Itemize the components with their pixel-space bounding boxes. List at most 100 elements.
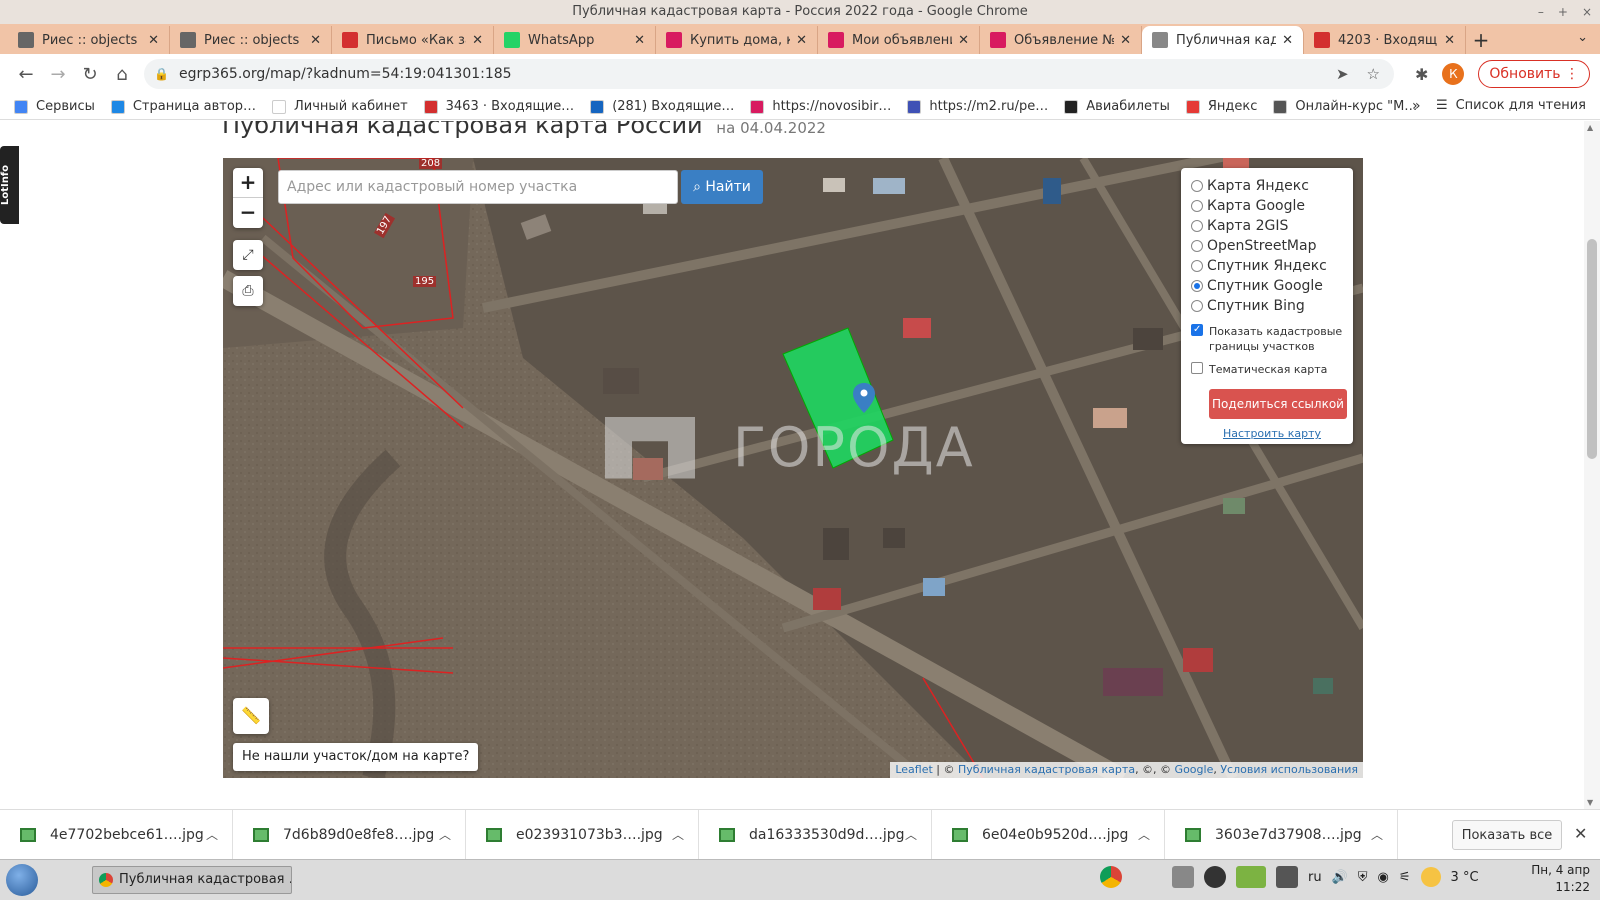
layer-radio[interactable] <box>1191 280 1203 292</box>
download-item[interactable]: 7d6b89d0e8fe8….jpg ︿ <box>233 809 466 860</box>
tab-close-icon[interactable]: ✕ <box>1444 33 1455 48</box>
ruler-icon[interactable]: 📏 <box>233 698 269 734</box>
not-found-button[interactable]: Не нашли участок/дом на карте? <box>233 743 479 771</box>
download-item[interactable]: 3603e7d37908….jpg ︿ <box>1165 809 1398 860</box>
configure-map-link[interactable]: Настроить карту <box>1191 427 1353 440</box>
leaflet-link[interactable]: Leaflet <box>895 763 932 776</box>
tab-close-icon[interactable]: ✕ <box>796 33 807 48</box>
layer-option-5[interactable]: Спутник Google <box>1191 276 1353 296</box>
tab-7[interactable]: Публичная када ✕ <box>1142 26 1304 54</box>
tab-close-icon[interactable]: ✕ <box>310 33 321 48</box>
tab-4[interactable]: Купить дома, ко ✕ <box>656 26 818 54</box>
zoom-in-button[interactable]: + <box>233 168 263 198</box>
tab-8[interactable]: 4203 · Входящие ✕ <box>1304 26 1466 54</box>
extensions-puzzle-icon[interactable]: ✱ <box>1415 65 1428 84</box>
thematic-map-checkbox[interactable] <box>1191 362 1203 374</box>
share-link-button[interactable]: Поделиться ссылкой <box>1209 389 1347 419</box>
tab-0[interactable]: Риес :: objects ✕ <box>8 26 170 54</box>
close-downloads-icon[interactable]: ✕ <box>1574 824 1587 843</box>
download-item[interactable]: e023931073b3….jpg ︿ <box>466 809 699 860</box>
layer-radio[interactable] <box>1191 260 1203 272</box>
download-item[interactable]: 4e7702bebce61….jpg ︿ <box>0 809 233 860</box>
layer-option-4[interactable]: Спутник Яндекс <box>1191 256 1353 276</box>
bookmarks-overflow-button[interactable]: » <box>1412 98 1421 114</box>
layer-radio[interactable] <box>1191 300 1203 312</box>
battery-icon[interactable] <box>1236 866 1266 888</box>
bookmark-star-icon[interactable]: ☆ <box>1367 65 1380 83</box>
tab-2[interactable]: Письмо «Как за ✕ <box>332 26 494 54</box>
bookmark-7[interactable]: Авиабилеты <box>1064 99 1170 114</box>
update-button[interactable]: Обновить ⋮ <box>1478 60 1590 88</box>
layer-option-3[interactable]: OpenStreetMap <box>1191 236 1353 256</box>
shield-icon[interactable]: ⛨ <box>1358 870 1368 885</box>
lotinfo-side-tab[interactable]: LotInfo <box>0 146 19 224</box>
send-icon[interactable]: ➤ <box>1336 65 1349 83</box>
maximize-button[interactable]: + <box>1558 0 1568 24</box>
back-arrow-icon[interactable]: ← <box>10 58 42 90</box>
zoom-out-button[interactable]: − <box>233 198 263 228</box>
terms-link[interactable]: Условия использования <box>1220 763 1358 776</box>
layer-radio[interactable] <box>1191 200 1203 212</box>
pkk-link[interactable]: Публичная кадастровая карта <box>958 763 1135 776</box>
bookmark-3[interactable]: 3463 · Входящие… <box>423 99 574 114</box>
tab-search-chevron-icon[interactable]: ⌄ <box>1577 30 1588 45</box>
network-icon[interactable]: ⚟ <box>1399 870 1411 885</box>
keyboard-icon[interactable] <box>1276 866 1298 888</box>
language-indicator[interactable]: ru <box>1308 870 1322 885</box>
tab-close-icon[interactable]: ✕ <box>958 33 969 48</box>
calculator-icon[interactable] <box>1172 866 1194 888</box>
layer-radio[interactable] <box>1191 180 1203 192</box>
forward-arrow-icon[interactable]: → <box>42 58 74 90</box>
tab-close-icon[interactable]: ✕ <box>472 33 483 48</box>
show-all-downloads-button[interactable]: Показать все <box>1452 820 1562 850</box>
clock[interactable]: Пн, 4 апр 11:22 <box>1531 862 1590 896</box>
taskbar-chrome-window[interactable]: Публичная кадастровая … <box>92 866 292 894</box>
layer-radio[interactable] <box>1191 220 1203 232</box>
show-boundaries-checkbox[interactable] <box>1191 322 1203 337</box>
fullscreen-icon[interactable]: ⤢ <box>233 240 263 270</box>
page-scrollbar[interactable]: ▲ ▼ <box>1584 121 1600 809</box>
cadastral-search-input[interactable]: Адрес или кадастровый номер участка <box>278 170 678 204</box>
download-item[interactable]: 6e04e0b9520d….jpg ︿ <box>932 809 1165 860</box>
tab-1[interactable]: Риес :: objects ✕ <box>170 26 332 54</box>
reading-list-button[interactable]: ☰ Список для чтения <box>1436 98 1586 113</box>
bookmark-4[interactable]: (281) Входящие… <box>590 99 734 114</box>
download-item[interactable]: da16333530d9d….jpg ︿ <box>699 809 932 860</box>
layer-option-6[interactable]: Спутник Bing <box>1191 296 1353 316</box>
profile-avatar[interactable]: К <box>1442 63 1465 85</box>
volume-icon[interactable]: 🔊 <box>1332 870 1348 885</box>
show-boundaries-option[interactable]: Показать кадастровые границы участков <box>1191 322 1353 354</box>
tab-close-icon[interactable]: ✕ <box>634 33 645 48</box>
chrome-icon[interactable] <box>1100 866 1122 888</box>
bookmark-0[interactable]: Сервисы <box>14 99 95 114</box>
new-tab-button[interactable]: + <box>1466 26 1496 54</box>
layer-radio[interactable] <box>1191 240 1203 252</box>
find-button[interactable]: ⌕ Найти <box>681 170 763 204</box>
address-bar[interactable]: 🔒 egrp365.org/map/?kadnum=54:19:041301:1… <box>144 59 1394 89</box>
bookmark-5[interactable]: https://novosibir… <box>750 99 891 114</box>
scroll-down-arrow-icon[interactable]: ▼ <box>1587 798 1593 807</box>
layer-option-0[interactable]: Карта Яндекс <box>1191 176 1353 196</box>
bookmark-8[interactable]: Яндекс <box>1185 99 1257 114</box>
chevron-up-icon[interactable]: ︿ <box>1138 826 1150 843</box>
bookmark-1[interactable]: Страница автор… <box>110 99 256 114</box>
chevron-up-icon[interactable]: ︿ <box>1371 826 1383 843</box>
disc-icon[interactable] <box>1204 866 1226 888</box>
tab-5[interactable]: Мои объявлени ✕ <box>818 26 980 54</box>
layer-option-2[interactable]: Карта 2GIS <box>1191 216 1353 236</box>
cadastral-map[interactable]: ГОРОДА 208 197 195 + − ⤢ ⎙ Адрес или кад… <box>223 158 1363 778</box>
start-menu-button[interactable] <box>6 864 38 896</box>
thematic-map-option[interactable]: Тематическая карта <box>1191 362 1353 377</box>
google-link[interactable]: Google <box>1175 763 1214 776</box>
tab-3[interactable]: WhatsApp ✕ <box>494 26 656 54</box>
location-pin-icon[interactable] <box>853 383 875 413</box>
scroll-up-arrow-icon[interactable]: ▲ <box>1587 123 1593 132</box>
scrollbar-thumb[interactable] <box>1587 239 1597 459</box>
print-icon[interactable]: ⎙ <box>233 276 263 306</box>
chevron-up-icon[interactable]: ︿ <box>439 826 451 843</box>
chevron-up-icon[interactable]: ︿ <box>672 826 684 843</box>
chevron-up-icon[interactable]: ︿ <box>905 826 917 843</box>
minimize-button[interactable]: – <box>1538 0 1544 24</box>
tab-close-icon[interactable]: ✕ <box>1120 33 1131 48</box>
reload-icon[interactable]: ↻ <box>74 58 106 90</box>
